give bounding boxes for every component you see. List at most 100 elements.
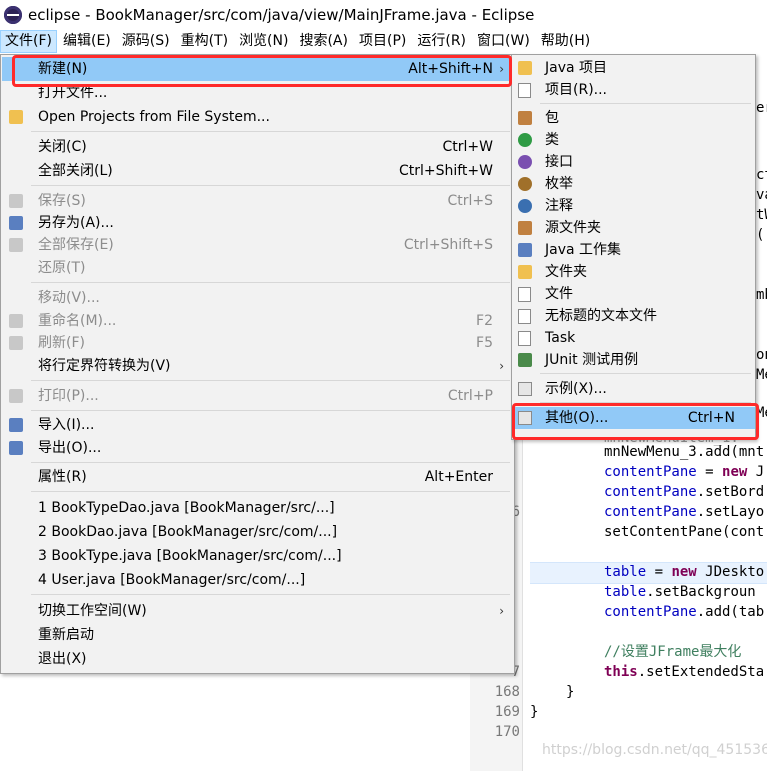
menu-item-switch-workspace[interactable]: 切换工作空间(W) › bbox=[2, 599, 512, 623]
menu-item-save[interactable]: 保存(S) Ctrl+S bbox=[2, 189, 512, 213]
menu-bar: 文件(F) 编辑(E) 源码(S) 重构(T) 浏览(N) 搜索(A) 项目(P… bbox=[0, 29, 767, 55]
menu-item-convert-line-delimiters[interactable]: 将行定界符转换为(V) › bbox=[2, 354, 512, 378]
submenu-item-interface[interactable]: 接口 bbox=[513, 151, 755, 173]
menu-separator bbox=[31, 380, 510, 381]
folder-icon bbox=[518, 265, 532, 279]
line-number: 169 bbox=[494, 704, 520, 720]
submenu-item-other[interactable]: 其他(O)... Ctrl+N bbox=[513, 407, 755, 429]
menu-project[interactable]: 项目(P) bbox=[354, 30, 411, 53]
menu-item-close-all[interactable]: 全部关闭(L) Ctrl+Shift+W bbox=[2, 159, 512, 183]
submenu-item-untitled-text-file[interactable]: 无标题的文本文件 bbox=[513, 305, 755, 327]
other-wizard-icon bbox=[518, 411, 532, 425]
menu-item-recent-file[interactable]: 3 BookType.java [BookManager/src/com/...… bbox=[2, 544, 512, 568]
code-fragment: Me bbox=[756, 367, 767, 383]
menu-item-recent-file[interactable]: 4 User.java [BookManager/src/com/...] bbox=[2, 568, 512, 592]
menu-separator bbox=[31, 185, 510, 186]
menu-source[interactable]: 源码(S) bbox=[117, 30, 175, 53]
save-as-icon bbox=[9, 216, 23, 230]
menu-item-restart[interactable]: 重新启动 bbox=[2, 623, 512, 647]
submenu-item-source-folder[interactable]: 源文件夹 bbox=[513, 217, 755, 239]
menu-window[interactable]: 窗口(W) bbox=[472, 30, 535, 53]
file-menu: 新建(N) Alt+Shift+N › 打开文件... Open Project… bbox=[0, 54, 515, 674]
submenu-item-enum[interactable]: 枚举 bbox=[513, 173, 755, 195]
menu-item-save-all[interactable]: 全部保存(E) Ctrl+Shift+S bbox=[2, 233, 512, 257]
submenu-item-project[interactable]: 项目(R)... bbox=[513, 79, 755, 101]
code-line: } bbox=[530, 704, 539, 720]
menu-item-revert[interactable]: 还原(T) bbox=[2, 256, 512, 280]
menu-item-recent-file[interactable]: 1 BookTypeDao.java [BookManager/src/...] bbox=[2, 496, 512, 520]
code-fragment: Me bbox=[756, 405, 767, 421]
code-line: table = new JDeskto bbox=[604, 564, 765, 580]
menu-help[interactable]: 帮助(H) bbox=[536, 30, 595, 53]
export-icon bbox=[9, 441, 23, 455]
submenu-item-file[interactable]: 文件 bbox=[513, 283, 755, 305]
source-folder-icon bbox=[518, 221, 532, 235]
chevron-right-icon: › bbox=[499, 62, 504, 76]
menu-item-new[interactable]: 新建(N) Alt+Shift+N › bbox=[2, 57, 512, 81]
code-fragment: er bbox=[756, 100, 767, 116]
task-icon bbox=[518, 331, 531, 346]
submenu-item-package[interactable]: 包 bbox=[513, 107, 755, 129]
code-fragment: mb bbox=[756, 287, 767, 303]
menu-refactor[interactable]: 重构(T) bbox=[176, 30, 233, 53]
submenu-item-annotation[interactable]: 注释 bbox=[513, 195, 755, 217]
code-line: this.setExtendedSta bbox=[604, 664, 765, 680]
code-line: contentPane.setLayo bbox=[604, 504, 765, 520]
menu-edit[interactable]: 编辑(E) bbox=[58, 30, 116, 53]
menu-navigate[interactable]: 浏览(N) bbox=[234, 30, 293, 53]
folder-icon bbox=[9, 110, 23, 124]
menu-item-recent-file[interactable]: 2 BookDao.java [BookManager/src/com/...] bbox=[2, 520, 512, 544]
menu-item-open-file[interactable]: 打开文件... bbox=[2, 81, 512, 105]
code-line: } bbox=[566, 684, 575, 700]
save-all-icon bbox=[9, 238, 23, 252]
window-title: eclipse - BookManager/src/com/java/view/… bbox=[28, 5, 535, 24]
package-icon bbox=[518, 111, 532, 125]
submenu-item-task[interactable]: Task bbox=[513, 327, 755, 349]
menu-item-export[interactable]: 导出(O)... bbox=[2, 436, 512, 460]
code-fragment: ct bbox=[756, 167, 767, 183]
menu-search[interactable]: 搜索(A) bbox=[294, 30, 353, 53]
menu-item-save-as[interactable]: 另存为(A)... bbox=[2, 211, 512, 235]
watermark: https://blog.csdn.net/qq_45153634 bbox=[542, 742, 767, 758]
chevron-right-icon: › bbox=[499, 359, 504, 373]
code-fragment: (. bbox=[756, 227, 767, 243]
junit-icon bbox=[518, 353, 532, 367]
example-icon bbox=[518, 382, 532, 396]
menu-item-exit[interactable]: 退出(X) bbox=[2, 647, 512, 671]
chevron-right-icon: › bbox=[499, 604, 504, 618]
menu-separator bbox=[31, 410, 510, 411]
submenu-item-java-project[interactable]: Java 项目 bbox=[513, 57, 755, 79]
code-line: contentPane.setBord bbox=[604, 484, 765, 500]
new-submenu: Java 项目 项目(R)... 包 类 接口 枚举 注释 源文件夹 Java … bbox=[511, 54, 756, 440]
project-icon bbox=[518, 83, 531, 98]
code-comment: //设置JFrame最大化 bbox=[604, 644, 742, 660]
interface-icon bbox=[518, 155, 532, 169]
submenu-item-class[interactable]: 类 bbox=[513, 129, 755, 151]
menu-file[interactable]: 文件(F) bbox=[0, 30, 57, 53]
menu-item-move[interactable]: 移动(V)... bbox=[2, 286, 512, 310]
menu-item-properties[interactable]: 属性(R) Alt+Enter bbox=[2, 465, 512, 489]
menu-run[interactable]: 运行(R) bbox=[412, 30, 471, 53]
menu-item-refresh[interactable]: 刷新(F) F5 bbox=[2, 331, 512, 355]
line-number: 170 bbox=[494, 724, 520, 740]
submenu-item-junit-test-case[interactable]: JUnit 测试用例 bbox=[513, 349, 755, 371]
menu-separator bbox=[540, 103, 751, 104]
menu-item-close[interactable]: 关闭(C) Ctrl+W bbox=[2, 135, 512, 159]
menu-item-rename[interactable]: 重命名(M)... F2 bbox=[2, 309, 512, 333]
menu-separator bbox=[31, 131, 510, 132]
menu-item-open-projects[interactable]: Open Projects from File System... bbox=[2, 105, 512, 129]
menu-item-import[interactable]: 导入(I)... bbox=[2, 413, 512, 437]
code-fragment: tW bbox=[756, 207, 767, 223]
text-file-icon bbox=[518, 309, 531, 324]
submenu-item-java-working-set[interactable]: Java 工作集 bbox=[513, 239, 755, 261]
submenu-item-folder[interactable]: 文件夹 bbox=[513, 261, 755, 283]
eclipse-logo-icon bbox=[4, 5, 22, 24]
working-set-icon bbox=[518, 243, 532, 257]
menu-separator bbox=[31, 282, 510, 283]
menu-separator bbox=[31, 462, 510, 463]
code-line: mnNewMenu_3.add(mnt bbox=[604, 444, 765, 460]
enum-icon bbox=[518, 177, 532, 191]
submenu-item-example[interactable]: 示例(X)... bbox=[513, 378, 755, 400]
menu-item-print[interactable]: 打印(P)... Ctrl+P bbox=[2, 384, 512, 408]
menu-separator bbox=[540, 402, 751, 403]
